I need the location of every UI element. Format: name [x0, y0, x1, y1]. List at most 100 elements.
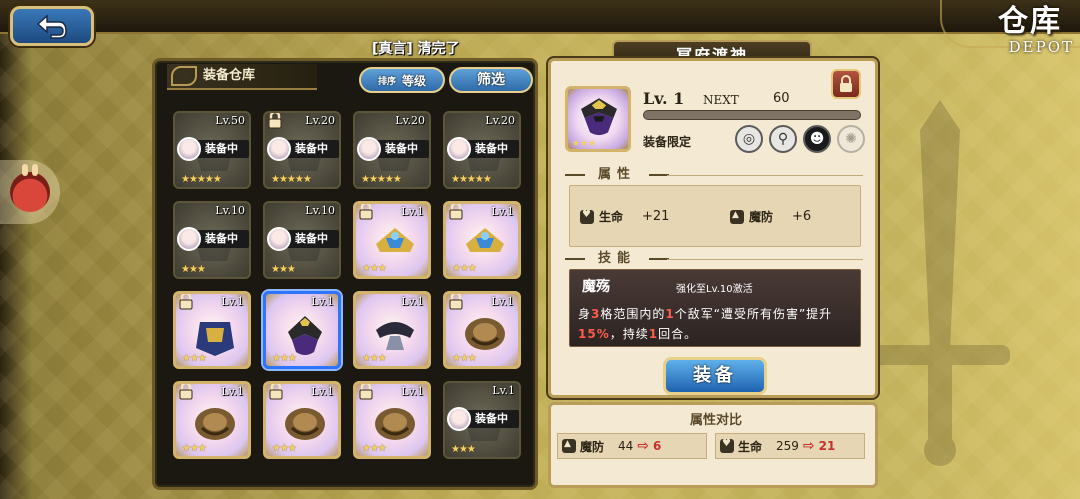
equipment-slot[interactable]: Lv.20 装备中 ★★★★★ [443, 111, 521, 189]
filter-button[interactable]: 筛选 [449, 67, 533, 93]
compare-header: 属性对比 [689, 413, 742, 428]
equipped-label: 装备中 [283, 140, 339, 158]
slot-stars: ★★★★★ [451, 174, 492, 185]
skill-box: 魔殇 强化至Lv.10激活 身3格范围内的1个敌军“遭受所有伤害”提升15%，持… [569, 269, 861, 347]
top-bar [0, 0, 1080, 34]
class-sword-icon: ⚲ [769, 125, 797, 153]
slot-level: Lv.1 [491, 295, 514, 308]
equipment-item-icon [285, 408, 325, 440]
class-beast-icon: ☻ [803, 125, 831, 153]
equipment-slot[interactable]: Lv.10 装备中 ★★★ [173, 201, 251, 279]
equipment-item-icon [465, 318, 505, 350]
compare-hp-row: 生命 259 ⇨ 21 [715, 433, 865, 459]
compare-hp-from: 259 [776, 439, 799, 453]
slot-level: Lv.10 [215, 204, 245, 217]
hp-icon [720, 438, 734, 453]
equipment-slot[interactable]: Lv.20 装备中 ★★★★★ [263, 111, 341, 189]
slot-stars: ★★★ [452, 263, 477, 274]
compare-hp-to: 21 [818, 439, 836, 453]
attribute-box: 生命 +21 魔防 +6 [569, 185, 861, 247]
slot-level: Lv.1 [311, 385, 334, 398]
slot-level: Lv.1 [311, 295, 334, 308]
divider [667, 175, 863, 176]
equipment-slot[interactable]: Lv.1 ★★★ [353, 201, 431, 279]
lock-toggle-button[interactable] [831, 69, 861, 99]
slot-level: Lv.1 [401, 295, 424, 308]
equipment-slot[interactable]: Lv.20 装备中 ★★★★★ [353, 111, 431, 189]
class-gear-icon: ✺ [837, 125, 865, 153]
slot-level: Lv.20 [305, 114, 335, 127]
lock-icon [359, 384, 373, 400]
depot-title: 仓库 DEPOT [998, 4, 1074, 57]
equipped-badge: 装备中 [447, 407, 519, 431]
next-value: 60 [773, 91, 790, 106]
equipment-slot[interactable]: Lv.10 装备中 ★★★ [263, 201, 341, 279]
slot-stars: ★★★ [362, 353, 387, 364]
character-avatar [447, 407, 471, 431]
character-avatar [177, 137, 201, 161]
equipment-slot[interactable]: Lv.50 装备中 ★★★★★ [173, 111, 251, 189]
attr-hp-label: 生命 [599, 210, 624, 224]
equipment-slot[interactable]: Lv.1 ★★★ [263, 291, 341, 369]
equipment-slot[interactable]: Lv.1 ★★★ [263, 381, 341, 459]
equipment-inventory-panel: 装备仓库 排序 等级 筛选 Lv.50 装备中 ★★★★★ Lv.20 装备中 ★★★★★… [152, 58, 538, 490]
equipped-label: 装备中 [463, 140, 519, 158]
helmet-icon [581, 98, 617, 136]
lock-icon [359, 204, 373, 220]
equipped-label: 装备中 [193, 140, 249, 158]
slot-stars: ★★★ [362, 443, 387, 454]
equipment-slot[interactable]: Lv.1 ★★★ [353, 291, 431, 369]
character-avatar [267, 137, 291, 161]
equipment-item-icon [196, 322, 234, 356]
back-button[interactable] [10, 6, 94, 46]
depot-title-en: DEPOT [1008, 38, 1074, 56]
compare-mdef-from: 44 [618, 439, 634, 453]
left-panel-title: [真言] 清完了 [372, 41, 460, 57]
header-ornament-icon [171, 66, 197, 86]
skill-description: 身3格范围内的1个敌军“遭受所有伤害”提升15%，持续1回合。 [578, 307, 833, 341]
equipment-slot[interactable]: Lv.1 ★★★ [353, 381, 431, 459]
slot-stars: ★★★ [181, 264, 206, 275]
slot-stars: ★★★ [182, 443, 207, 454]
slot-stars: ★★★ [272, 443, 297, 454]
stat-compare-panel: 属性对比 魔防 44 ⇨ 6 生命 259 ⇨ 21 [548, 402, 878, 488]
slot-stars: ★★★ [362, 263, 387, 274]
slot-level: Lv.1 [221, 295, 244, 308]
equipment-slot[interactable]: Lv.1 ★★★ [443, 201, 521, 279]
sort-label: 排序 [377, 76, 396, 87]
slot-level: Lv.1 [492, 384, 515, 397]
magic-defense-icon [730, 209, 744, 224]
inventory-header: 装备仓库 [167, 64, 317, 90]
skill-name: 魔殇 [582, 279, 610, 295]
equipment-slot[interactable]: Lv.1 ★★★ [173, 291, 251, 369]
character-avatar [267, 227, 291, 251]
next-label: NEXT [703, 93, 739, 107]
depot-title-zh: 仓库 [998, 4, 1062, 39]
equipment-slot[interactable]: Lv.1 ★★★ [443, 291, 521, 369]
equipped-badge: 装备中 [357, 137, 429, 161]
attribute-section-header: 属性 [565, 165, 669, 185]
slot-level: Lv.20 [485, 114, 515, 127]
equipped-label: 装备中 [373, 140, 429, 158]
divider [667, 259, 863, 260]
slot-stars: ★★★ [451, 444, 476, 455]
skill-section-header: 技能 [565, 249, 669, 269]
equipped-badge: 装备中 [177, 227, 249, 251]
item-detail-panel: ★★★ Lv. 1 NEXT 60 装备限定 ◎ ⚲ ☻ ✺ 属性 生命 +21… [548, 58, 878, 398]
restriction-label: 装备限定 [643, 135, 692, 149]
equipment-item-icon [376, 228, 414, 252]
equipment-slot[interactable]: Lv.1 ★★★ [173, 381, 251, 459]
slot-level: Lv.1 [491, 205, 514, 218]
attr-mdef: 魔防 +6 [730, 208, 811, 225]
compare-mdef-label: 魔防 [580, 439, 605, 454]
equip-button[interactable]: 装备 [663, 357, 767, 395]
sort-button[interactable]: 排序 等级 [359, 67, 445, 93]
equipment-item-icon [466, 228, 504, 252]
equipment-slot[interactable]: Lv.1 装备中 ★★★ [443, 381, 521, 459]
lock-icon [449, 294, 463, 310]
slot-stars: ★★★ [272, 353, 297, 364]
inventory-header-label: 装备仓库 [203, 68, 256, 83]
attr-hp: 生命 +21 [580, 208, 669, 225]
lock-icon [449, 204, 463, 220]
slot-stars: ★★★★★ [271, 174, 312, 185]
